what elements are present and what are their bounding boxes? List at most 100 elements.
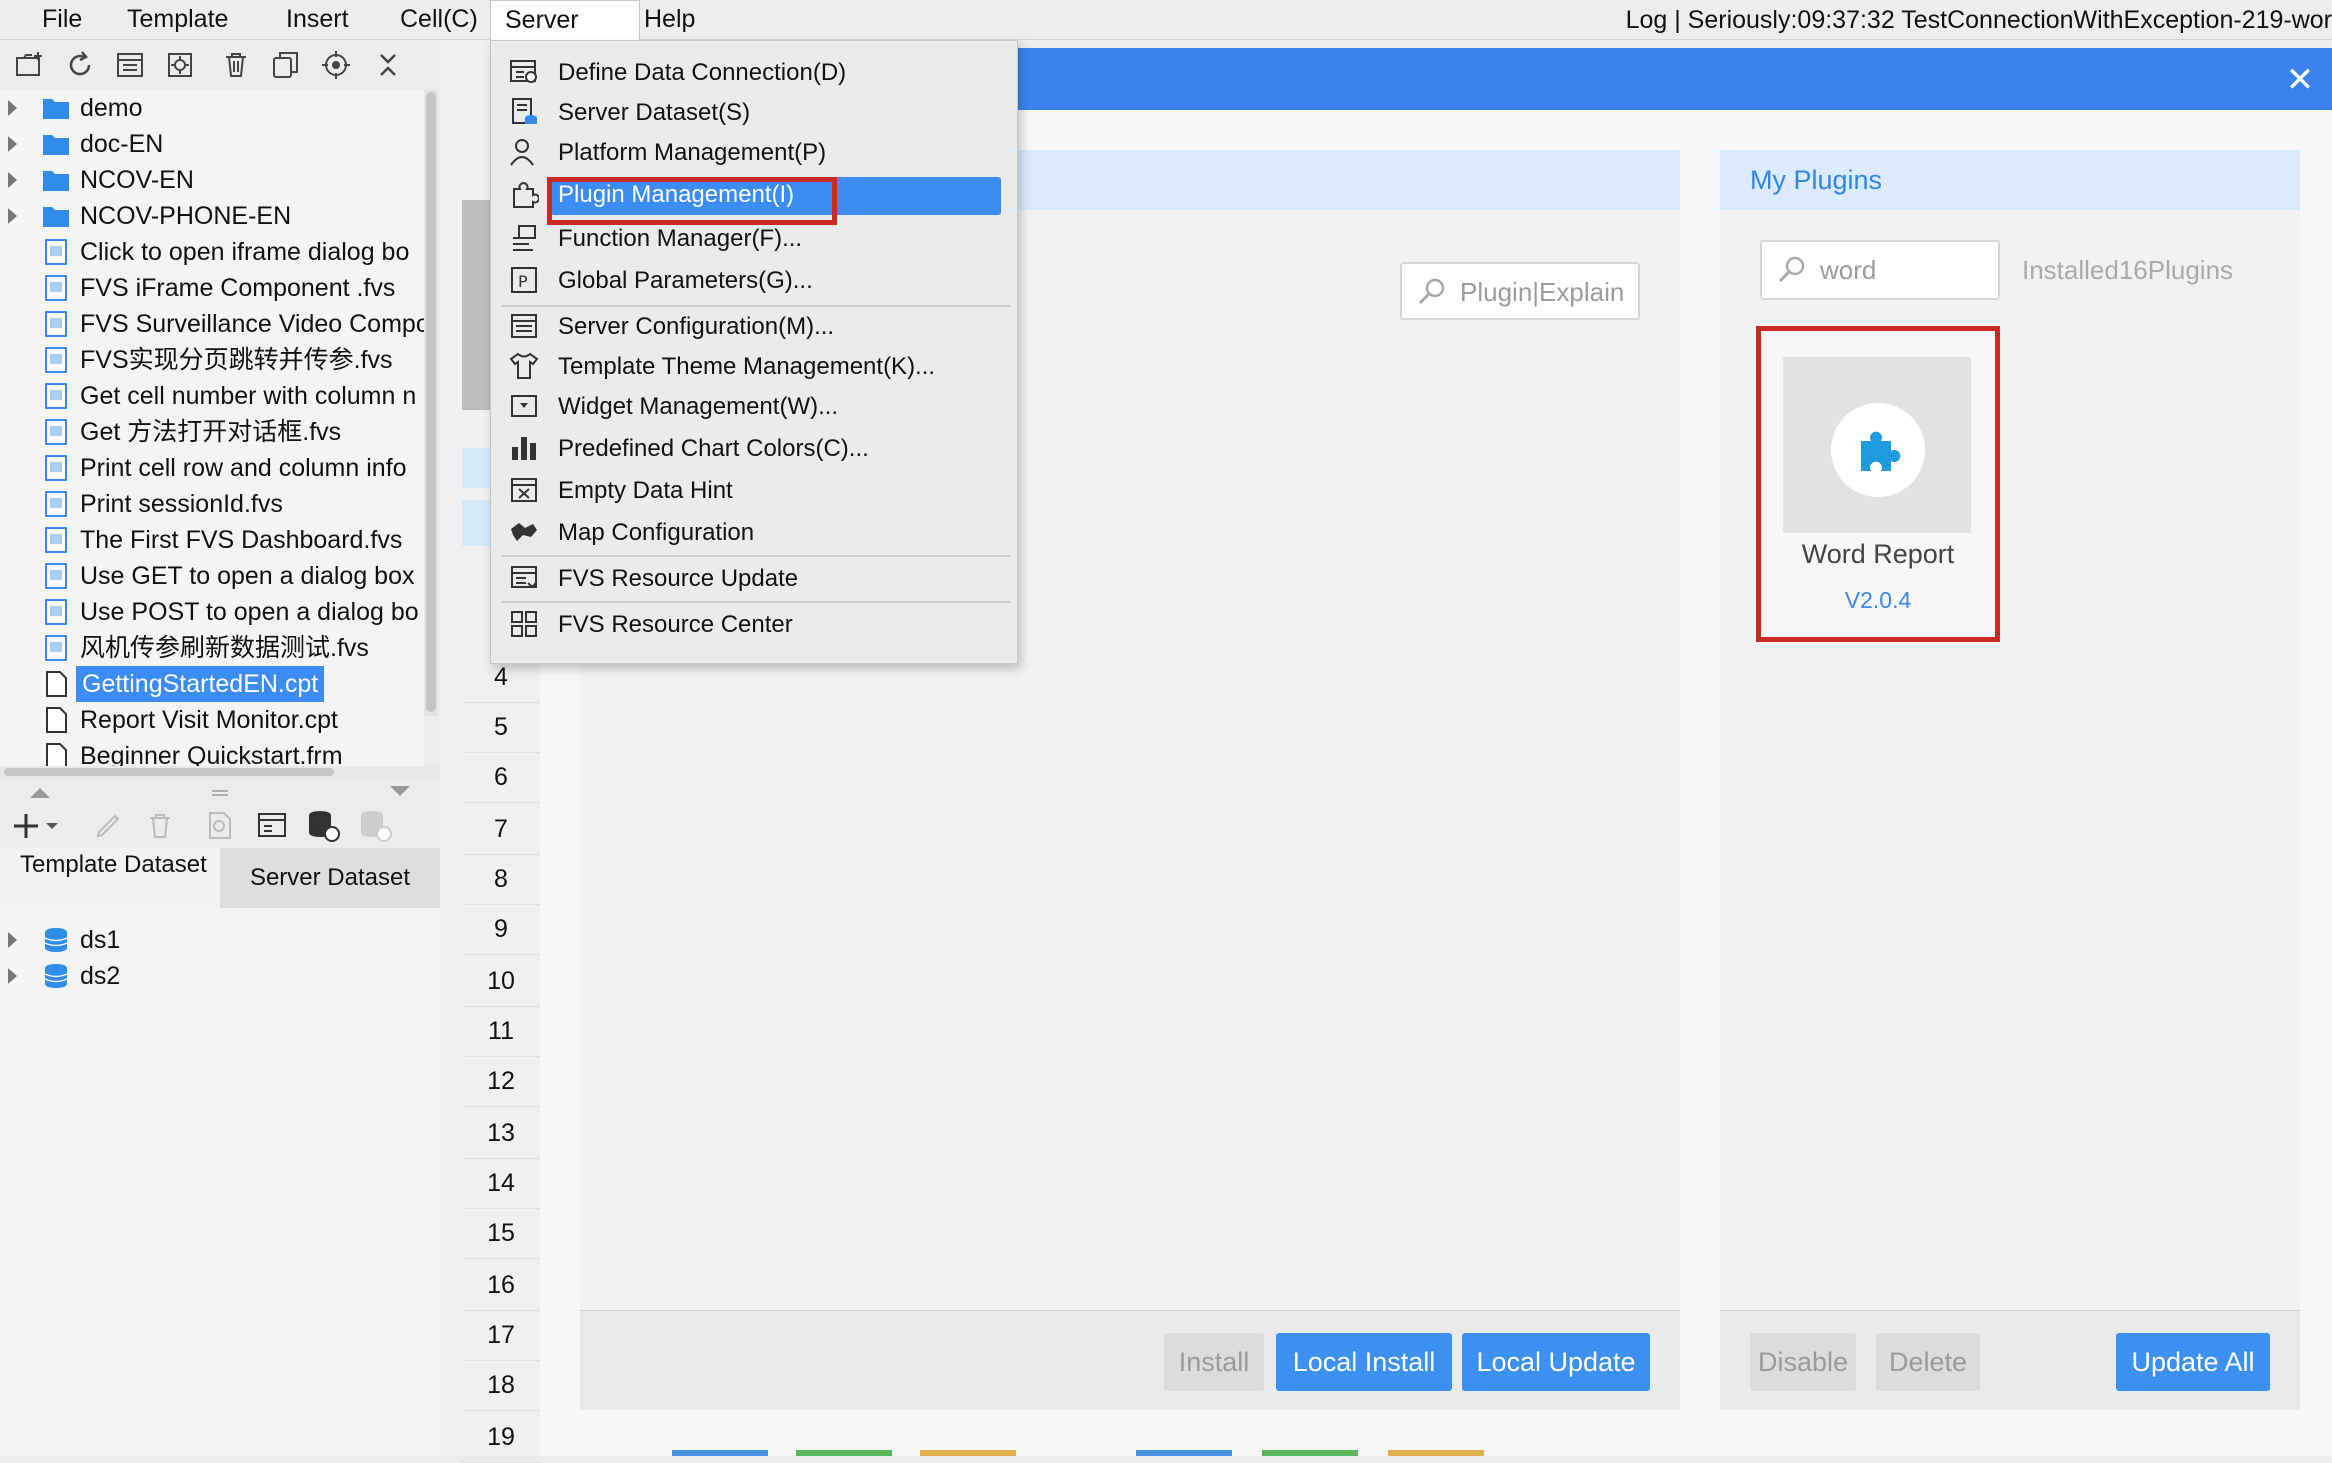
delete-icon[interactable]	[144, 810, 176, 842]
expand-arrow-icon[interactable]	[8, 208, 17, 224]
sheet-tab-marker	[796, 1450, 892, 1456]
preview-icon[interactable]	[204, 810, 236, 842]
row-number[interactable]: 5	[462, 702, 540, 753]
tree-item[interactable]: Get cell number with column n	[0, 378, 424, 414]
locate-icon[interactable]	[318, 48, 354, 82]
row-number[interactable]: 16	[462, 1260, 540, 1311]
row-number[interactable]: 13	[462, 1108, 540, 1159]
tree-item[interactable]: FVS Surveillance Video Compo	[0, 306, 424, 342]
tree-item[interactable]: Print sessionId.fvs	[0, 486, 424, 522]
row-number[interactable]: 8	[462, 854, 540, 905]
tree-scrollbar-thumb[interactable]	[426, 92, 436, 712]
expand-arrow-icon[interactable]	[8, 172, 17, 188]
menu-item-fvs-resource-update[interactable]: FVS Resource Update	[491, 559, 1019, 599]
tree-item[interactable]: Use GET to open a dialog box	[0, 558, 424, 594]
puzzle-icon	[513, 182, 539, 208]
edit-pencil-icon[interactable]	[92, 810, 124, 842]
install-button[interactable]: Install	[1164, 1333, 1264, 1391]
my-plugins-search-input[interactable]: word	[1760, 240, 2000, 300]
template-list-icon[interactable]	[112, 48, 148, 82]
tab-server-dataset[interactable]: Server Dataset	[220, 848, 440, 908]
menu-item-server-configuration[interactable]: Server Configuration(M)...	[491, 307, 1019, 347]
menu-item-global-parameters[interactable]: P Global Parameters(G)...	[491, 261, 1019, 301]
tree-item[interactable]: demo	[0, 90, 424, 126]
menu-item-define-data-connection[interactable]: Define Data Connection(D)	[491, 53, 1019, 93]
tree-item[interactable]: NCOV-PHONE-EN	[0, 198, 424, 234]
row-number[interactable]: 9	[462, 904, 540, 955]
settings-gear-icon[interactable]	[162, 48, 198, 82]
local-update-button[interactable]: Local Update	[1462, 1333, 1650, 1391]
menu-insert[interactable]: Insert	[272, 0, 363, 40]
menu-cell[interactable]: Cell(C)	[386, 0, 492, 40]
expand-arrow-icon[interactable]	[8, 100, 17, 116]
delete-button[interactable]: Delete	[1876, 1333, 1980, 1391]
row-number[interactable]: 14	[462, 1158, 540, 1209]
menu-item-function-manager[interactable]: Function Manager(F)...	[491, 219, 1019, 259]
tree-item[interactable]: Use POST to open a dialog bo	[0, 594, 424, 630]
row-number[interactable]: 18	[462, 1360, 540, 1411]
menu-item-platform-management[interactable]: Platform Management(P)	[491, 133, 1019, 173]
chevron-up-icon[interactable]	[30, 786, 50, 798]
menu-template[interactable]: Template	[113, 0, 242, 40]
tree-item-selected[interactable]: GettingStartedEN.cpt	[0, 666, 424, 702]
tree-item[interactable]: Get 方法打开对话框.fvs	[0, 414, 424, 450]
copy-icon[interactable]	[268, 48, 304, 82]
tree-item[interactable]: Print cell row and column info	[0, 450, 424, 486]
expand-arrow-icon[interactable]	[8, 932, 17, 948]
tree-item[interactable]: Beginner Quickstart.frm	[0, 738, 424, 766]
row-number[interactable]: 6	[462, 752, 540, 803]
cpt-file-icon	[46, 743, 67, 766]
local-install-button[interactable]: Local Install	[1276, 1333, 1452, 1391]
menu-item-empty-data-hint[interactable]: Empty Data Hint	[491, 471, 1019, 511]
database-icon	[44, 964, 68, 988]
plugin-card-word-report[interactable]: Word Report V2.0.4	[1756, 326, 2000, 642]
menu-file[interactable]: File	[28, 0, 96, 40]
collapse-icon[interactable]	[370, 48, 406, 82]
dataset-item[interactable]: ds1	[0, 922, 424, 958]
row-number[interactable]: 7	[462, 804, 540, 855]
row-number[interactable]: 12	[462, 1056, 540, 1107]
update-all-button[interactable]: Update All	[2116, 1333, 2270, 1391]
tree-item[interactable]: Click to open iframe dialog bo	[0, 234, 424, 270]
tree-item[interactable]: NCOV-EN	[0, 162, 424, 198]
refresh-icon[interactable]	[62, 48, 98, 82]
database-disconnect-icon[interactable]	[358, 808, 392, 842]
row-number[interactable]: 11	[462, 1006, 540, 1057]
menu-item-label: Template Theme Management(K)...	[558, 353, 936, 380]
row-number[interactable]: 17	[462, 1310, 540, 1361]
add-dropdown-icon[interactable]	[14, 810, 60, 842]
delete-icon[interactable]	[218, 48, 254, 82]
menu-item-widget-management[interactable]: Widget Management(W)...	[491, 387, 1019, 427]
disable-button[interactable]: Disable	[1750, 1333, 1856, 1391]
expand-arrow-icon[interactable]	[8, 136, 17, 152]
database-connect-icon[interactable]	[306, 808, 340, 842]
panel-splitter[interactable]	[0, 780, 440, 802]
row-number[interactable]: 15	[462, 1208, 540, 1259]
tree-item[interactable]: doc-EN	[0, 126, 424, 162]
menu-help[interactable]: Help	[630, 0, 709, 40]
data-connection-icon	[510, 60, 537, 83]
tree-item[interactable]: FVS实现分页跳转并传参.fvs	[0, 342, 424, 378]
tree-item[interactable]: The First FVS Dashboard.fvs	[0, 522, 424, 558]
tree-item[interactable]: FVS iFrame Component .fvs	[0, 270, 424, 306]
expand-arrow-icon[interactable]	[8, 968, 17, 984]
menu-item-server-dataset[interactable]: Server Dataset(S)	[491, 93, 1019, 133]
menu-item-template-theme-management[interactable]: Template Theme Management(K)...	[491, 347, 1019, 387]
new-folder-icon[interactable]	[12, 48, 48, 82]
menu-item-map-configuration[interactable]: Map Configuration	[491, 513, 1019, 553]
menu-item-predefined-chart-colors[interactable]: Predefined Chart Colors(C)...	[491, 429, 1019, 469]
menu-server[interactable]: Server	[490, 0, 640, 41]
plugin-store-search-input[interactable]: Plugin|Explain	[1400, 262, 1640, 320]
menu-item-fvs-resource-center[interactable]: FVS Resource Center	[491, 605, 1019, 645]
row-number[interactable]: 19	[462, 1412, 540, 1463]
tree-item[interactable]: 风机传参刷新数据测试.fvs	[0, 630, 424, 666]
chevron-down-icon[interactable]	[390, 786, 410, 798]
dataset-preview-icon[interactable]	[256, 810, 288, 842]
dataset-item[interactable]: ds2	[0, 958, 424, 994]
database-icon	[44, 928, 68, 952]
plugin-version[interactable]: V2.0.4	[1761, 587, 1995, 614]
row-number[interactable]: 10	[462, 956, 540, 1007]
close-icon[interactable]: ✕	[2280, 60, 2320, 100]
tree-item[interactable]: Report Visit Monitor.cpt	[0, 702, 424, 738]
tree-horizontal-scrollbar-thumb[interactable]	[4, 768, 334, 776]
